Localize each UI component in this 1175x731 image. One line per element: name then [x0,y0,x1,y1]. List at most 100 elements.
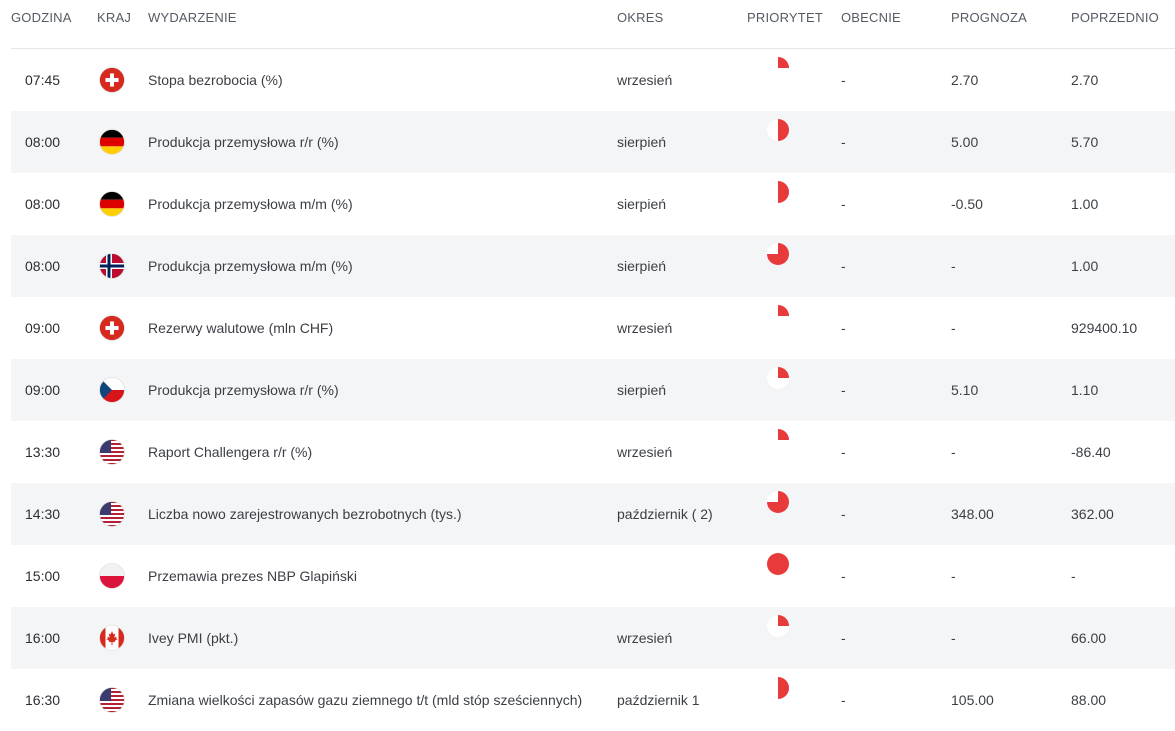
column-header-previous: POPRZEDNIO [1071,10,1159,25]
priority-indicator [766,366,790,392]
country-flag [99,67,125,93]
table-header: GODZINA KRAJ WYDARZENIE OKRES PRIORYTET … [0,0,1175,48]
priority-indicator [766,614,790,640]
event-time: 08:00 [25,134,61,150]
country-flag [99,501,125,527]
table-row[interactable]: 14:30 Liczba nowo zarejestrowanych bezro… [11,483,1175,545]
norway-flag-icon [99,253,125,279]
event-period: sierpień [617,196,667,212]
table-row[interactable]: 09:00 Produkcja przemysłowa r/r (%) sier… [11,359,1175,421]
priority-indicator [766,56,790,82]
value-forecast: - [951,444,956,460]
switzerland-flag-icon [99,315,125,341]
priority-indicator [766,428,790,454]
value-previous: 362.00 [1071,506,1114,522]
value-previous: -86.40 [1071,444,1111,460]
event-name[interactable]: Produkcja przemysłowa r/r (%) [148,359,339,421]
priority-indicator [766,552,790,578]
event-time: 14:30 [25,506,61,522]
event-name[interactable]: Zmiana wielkości zapasów gazu ziemnego t… [148,669,582,731]
value-current: - [841,444,846,460]
usa-flag-icon [99,439,125,465]
event-period: sierpień [617,258,667,274]
priority-pie-icon [767,367,789,389]
country-flag [99,687,125,713]
column-header-event: WYDARZENIE [148,10,237,25]
czech-flag-icon [99,377,125,403]
event-time: 08:00 [25,258,61,274]
value-current: - [841,196,846,212]
country-flag [99,625,125,651]
event-time: 13:30 [25,444,61,460]
priority-indicator [766,304,790,330]
event-time: 15:00 [25,568,61,584]
priority-pie-icon [767,243,789,265]
usa-flag-icon [99,501,125,527]
table-row[interactable]: 13:30 Raport Challengera r/r (%) wrzesie… [11,421,1175,483]
table-row[interactable]: 08:00 Produkcja przemysłowa m/m (%) sier… [11,173,1175,235]
event-period: wrzesień [617,320,673,336]
country-flag [99,253,125,279]
events-table-body: 07:45 Stopa bezrobocia (%) wrzesień - 2.… [11,49,1175,731]
event-time: 16:00 [25,630,61,646]
value-forecast: 105.00 [951,692,994,708]
value-current: - [841,568,846,584]
value-current: - [841,258,846,274]
event-period: październik 1 [617,692,700,708]
table-row[interactable]: 08:00 Produkcja przemysłowa r/r (%) sier… [11,111,1175,173]
column-header-current: OBECNIE [841,10,901,25]
event-name[interactable]: Produkcja przemysłowa m/m (%) [148,235,353,297]
value-current: - [841,320,846,336]
event-name[interactable]: Produkcja przemysłowa m/m (%) [148,173,353,235]
value-forecast: 348.00 [951,506,994,522]
poland-flag-icon [99,563,125,589]
value-previous: 929400.10 [1071,320,1138,336]
event-name[interactable]: Raport Challengera r/r (%) [148,421,312,483]
event-name[interactable]: Produkcja przemysłowa r/r (%) [148,111,339,173]
event-name[interactable]: Rezerwy walutowe (mln CHF) [148,297,333,359]
value-previous: 1.00 [1071,196,1099,212]
value-previous: 88.00 [1071,692,1107,708]
event-name[interactable]: Przemawia prezes NBP Glapiński [148,545,357,607]
table-row[interactable]: 07:45 Stopa bezrobocia (%) wrzesień - 2.… [11,49,1175,111]
column-header-period: OKRES [617,10,664,25]
event-period: sierpień [617,382,667,398]
priority-pie-icon [767,615,789,637]
priority-indicator [766,118,790,144]
priority-pie-icon [767,553,789,575]
table-row[interactable]: 16:30 Zmiana wielkości zapasów gazu ziem… [11,669,1175,731]
country-flag [99,439,125,465]
table-row[interactable]: 08:00 Produkcja przemysłowa m/m (%) sier… [11,235,1175,297]
value-current: - [841,506,846,522]
event-name[interactable]: Ivey PMI (pkt.) [148,607,238,669]
table-row[interactable]: 09:00 Rezerwy walutowe (mln CHF) wrzesie… [11,297,1175,359]
table-row[interactable]: 16:00 Ivey PMI (pkt.) wrzesień - - 66.00 [11,607,1175,669]
priority-indicator [766,180,790,206]
event-name[interactable]: Stopa bezrobocia (%) [148,49,283,111]
event-time: 07:45 [25,72,61,88]
event-period: sierpień [617,134,667,150]
value-forecast: -0.50 [951,196,983,212]
event-name[interactable]: Liczba nowo zarejestrowanych bezrobotnyc… [148,483,462,545]
value-forecast: - [951,320,956,336]
event-time: 08:00 [25,196,61,212]
canada-flag-icon [99,625,125,651]
value-current: - [841,72,846,88]
priority-pie-icon [767,429,789,451]
germany-flag-icon [99,191,125,217]
value-forecast: - [951,258,956,274]
value-previous: - [1071,568,1076,584]
table-row[interactable]: 15:00 Przemawia prezes NBP Glapiński - -… [11,545,1175,607]
priority-pie-icon [767,57,789,79]
value-previous: 2.70 [1071,72,1099,88]
value-previous: 5.70 [1071,134,1099,150]
column-header-priority: PRIORYTET [747,10,823,25]
value-forecast: - [951,630,956,646]
country-flag [99,129,125,155]
usa-flag-icon [99,687,125,713]
event-period: październik ( 2) [617,506,713,522]
event-time: 09:00 [25,382,61,398]
value-current: - [841,692,846,708]
value-forecast: 5.00 [951,134,979,150]
event-time: 16:30 [25,692,61,708]
